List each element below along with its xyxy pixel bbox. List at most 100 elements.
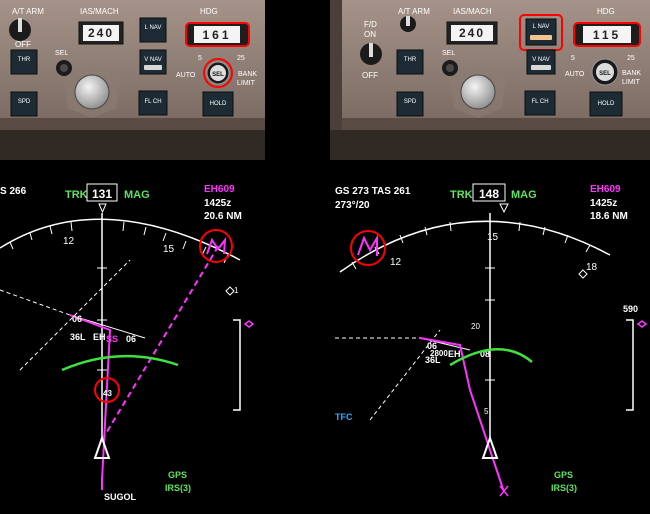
left-hold-label: HOLD (210, 101, 227, 107)
right-nd-alt-590: 590 (623, 304, 638, 314)
right-bank-label: BANK (622, 70, 641, 77)
left-nd-rwy-06: 06 (72, 314, 82, 324)
right-bank-25: 25 (627, 55, 635, 62)
left-nd-gs: S 266 (0, 186, 27, 197)
right-sel-label: SEL (442, 50, 455, 57)
left-mcp-lower-strip (0, 118, 265, 130)
right-lnav-button[interactable]: L NAV (525, 18, 557, 46)
right-nd-compass-15: 15 (487, 232, 499, 243)
right-speed-sel-button[interactable] (442, 60, 458, 76)
left-panel: A/T ARM OFF IAS/MACH 240 HDG 161 L NAV V… (0, 0, 265, 510)
left-bank-label: BANK (238, 71, 257, 78)
left-nd-ss06: 06 (126, 334, 136, 344)
right-panel-edge (330, 0, 342, 130)
left-nd-rwy-36l: 36L (70, 332, 86, 342)
right-flch-button[interactable]: FL CH (524, 90, 556, 116)
left-sel-label: SEL (55, 50, 68, 57)
right-panel: F/D ON OFF A/T ARM IAS/MACH 240 L NAV HD… (330, 0, 650, 510)
left-nd-bottom-fix: SUGOL (104, 492, 137, 502)
right-thr-label: THR (404, 57, 417, 63)
right-nd-eta: 1425z (590, 198, 617, 209)
right-nd-gps: GPS (554, 470, 573, 480)
left-lnav-button[interactable]: L NAV (139, 17, 167, 43)
left-speed-sel-button[interactable] (56, 60, 72, 76)
right-nd-2800: 2800 (430, 349, 448, 358)
left-hdg-sel-knob[interactable]: SEL (206, 61, 230, 85)
composite-screenshot: A/T ARM OFF IAS/MACH 240 HDG 161 L NAV V… (0, 0, 650, 510)
left-vnav-label: V NAV (144, 57, 162, 63)
left-nd-trk-value: 131 (92, 187, 112, 201)
right-nd-irs: IRS(3) (551, 483, 577, 493)
right-nd-trk-label: TRK (450, 189, 473, 201)
panel-divider (265, 0, 330, 510)
right-spd-button[interactable]: SPD (396, 91, 424, 117)
right-nd-wind: 273°/20 (335, 200, 370, 211)
left-at-arm-off-label: OFF (15, 40, 31, 49)
right-hold-label: HOLD (598, 101, 615, 107)
right-auto-label: AUTO (565, 71, 585, 78)
right-vnav-label: V NAV (532, 57, 550, 63)
right-spd-label: SPD (404, 99, 417, 105)
right-at-arm-switch[interactable] (400, 16, 416, 32)
right-hdg-label: HDG (597, 7, 615, 16)
left-nd-compass-12: 12 (63, 236, 75, 247)
right-ias-value: 240 (459, 26, 485, 40)
right-hdg-sel-knob[interactable]: SEL (591, 58, 619, 86)
left-glareshield-gap (0, 130, 265, 160)
left-thr-label: THR (18, 57, 31, 63)
left-nd-trk-label: TRK (65, 189, 88, 201)
left-limit-label: LIMIT (237, 80, 256, 87)
right-nd-distance: 18.6 NM (590, 211, 628, 222)
left-nd-compass-15: 15 (163, 244, 175, 255)
left-vnav-button[interactable]: V NAV (139, 49, 167, 75)
right-fd-off-label: OFF (362, 71, 378, 80)
right-nd-gs-tas: GS 273 TAS 261 (335, 186, 411, 197)
right-nd-range-5: 5 (484, 407, 489, 416)
right-fd-label: F/D (364, 20, 377, 29)
left-hdg-sel-knob-label: SEL (212, 72, 224, 78)
left-bank-5: 5 (198, 55, 202, 62)
right-nd-waypoint: EH609 (590, 184, 621, 195)
right-ias-mach-label: IAS/MACH (453, 7, 492, 16)
left-flch-button[interactable]: FL CH (138, 90, 168, 116)
left-nd-mag-label: MAG (124, 189, 150, 201)
right-lnav-label: L NAV (533, 24, 550, 30)
left-nd-dot-43: 43 (103, 389, 112, 398)
right-at-arm-label: A/T ARM (398, 7, 430, 16)
right-fd-switch[interactable] (360, 43, 382, 65)
left-at-arm-label: A/T ARM (12, 7, 44, 16)
left-thr-button[interactable]: THR (10, 49, 38, 75)
right-thr-button[interactable]: THR (396, 49, 424, 75)
right-bank-5: 5 (571, 55, 575, 62)
right-nd-compass-12: 12 (390, 257, 402, 268)
right-nd-mag-label: MAG (511, 189, 537, 201)
right-hdg-sel-knob-label: SEL (599, 71, 611, 77)
left-auto-label: AUTO (176, 72, 196, 79)
left-nd-distance: 20.6 NM (204, 211, 242, 222)
left-spd-label: SPD (18, 99, 31, 105)
right-glareshield-gap (330, 130, 650, 160)
right-hdg-value: 115 (593, 28, 621, 42)
left-ias-value: 240 (88, 26, 114, 40)
right-nd-range-20: 20 (471, 322, 480, 331)
right-vnav-button[interactable]: V NAV (526, 49, 556, 75)
left-nd-ss: SS (106, 334, 118, 344)
right-fd-on-label: ON (364, 30, 376, 39)
left-spd-button[interactable]: SPD (10, 91, 38, 117)
right-nd-tfc: TFC (335, 412, 353, 422)
right-hold-button[interactable]: HOLD (589, 91, 623, 117)
left-hdg-label: HDG (200, 7, 218, 16)
right-mcp-lower-strip (330, 118, 650, 130)
left-hold-button[interactable]: HOLD (202, 91, 234, 117)
left-bank-25: 25 (237, 55, 245, 62)
left-nd-eta: 1425z (204, 198, 231, 209)
left-nd-irs: IRS(3) (165, 483, 191, 493)
left-nd-ap-eh: EH (93, 332, 106, 342)
right-flch-label: FL CH (531, 99, 548, 105)
left-flch-label: FL CH (144, 99, 161, 105)
right-nd-trk-value: 148 (479, 187, 499, 201)
left-nd-gps: GPS (168, 470, 187, 480)
cockpit-canvas: A/T ARM OFF IAS/MACH 240 HDG 161 L NAV V… (0, 0, 650, 510)
left-nd-diamond-label: 1 (234, 286, 239, 295)
right-limit-label: LIMIT (622, 79, 641, 86)
